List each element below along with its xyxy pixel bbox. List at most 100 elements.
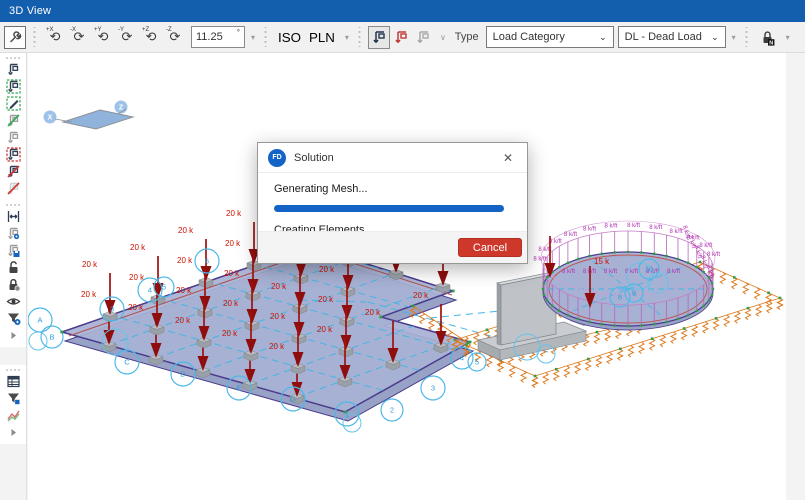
- sidebar-filter-cube-icon[interactable]: [0, 390, 26, 407]
- svg-text:8 k/ft: 8 k/ft: [627, 223, 640, 229]
- svg-text:20 k: 20 k: [365, 308, 381, 317]
- rotate-plusminus-y-button[interactable]: +Y⟲: [91, 26, 115, 49]
- dialog-title: Solution: [294, 152, 334, 164]
- svg-text:20 k: 20 k: [225, 239, 241, 248]
- view-dropdown-icon[interactable]: ▾: [343, 33, 351, 42]
- svg-text:20 k: 20 k: [177, 256, 193, 265]
- left-toolbar: [0, 53, 27, 500]
- svg-text:8 k/ft: 8 k/ft: [583, 227, 596, 233]
- sidebar-dimension-icon[interactable]: [0, 208, 26, 225]
- degree-symbol: °: [237, 28, 240, 37]
- svg-text:8 k/ft: 8 k/ft: [667, 269, 680, 275]
- status-primary: Generating Mesh...: [274, 183, 511, 195]
- sidebar-point-load-box-red-icon[interactable]: [0, 146, 26, 163]
- app-logo: FD: [268, 149, 286, 167]
- wrench-icon: [8, 30, 22, 44]
- svg-text:8 k/ft: 8 k/ft: [564, 232, 577, 238]
- view-pln-button[interactable]: PLN: [305, 26, 339, 49]
- svg-text:20 k: 20 k: [178, 226, 194, 235]
- solution-dialog: FD Solution ✕ Generating Mesh... Creatin…: [257, 142, 528, 264]
- model-viewport[interactable]: 8 k/ft 8 k/ft 8 k/ft 8 k/ft 8 k/ft 8 k/ft 8 k/…: [28, 53, 786, 500]
- axis-widget: XZ: [44, 101, 134, 130]
- dialog-body: Generating Mesh... Creating Elements...: [258, 173, 527, 236]
- svg-text:20 k: 20 k: [318, 295, 334, 304]
- chevron-down-icon: ⌄: [599, 32, 607, 43]
- rotation-angle-value: 11.25: [196, 31, 223, 43]
- sidebar-expand-arrow-icon[interactable]: [0, 424, 26, 441]
- rotate-minus-x-button[interactable]: -X⟳: [67, 26, 91, 49]
- svg-text:4: 4: [148, 286, 152, 295]
- svg-text:X: X: [48, 115, 53, 122]
- svg-text:20 k: 20 k: [413, 291, 429, 300]
- angle-dropdown-icon[interactable]: ▾: [249, 33, 257, 42]
- svg-text:5: 5: [162, 283, 166, 292]
- svg-text:20 k: 20 k: [226, 209, 242, 218]
- sidebar-unlock-icon[interactable]: [0, 259, 26, 276]
- load-category-select[interactable]: Load Category ⌄: [486, 26, 614, 48]
- svg-text:8 k/ft: 8 k/ft: [699, 243, 712, 249]
- svg-text:G: G: [290, 395, 296, 404]
- lock-dropdown-icon[interactable]: ▾: [784, 33, 792, 42]
- load-case-dropdown-icon[interactable]: ▾: [730, 33, 738, 42]
- rotate-minus-y-button[interactable]: -Y⟳: [115, 26, 139, 49]
- rotate-button-group: +X⟲-X⟳+Y⟲-Y⟳+Z⟲-Z⟳: [43, 26, 187, 49]
- close-icon[interactable]: ✕: [499, 150, 517, 166]
- sidebar-point-load-box-green-icon[interactable]: [0, 78, 26, 95]
- window-title: 3D View: [9, 5, 51, 17]
- sidebar-draw-load-green-icon[interactable]: [0, 95, 26, 112]
- rotate-minus-z-button[interactable]: -Z⟳: [163, 26, 187, 49]
- svg-text:8 k/ft: 8 k/ft: [649, 225, 662, 231]
- sidebar-assign-load-green-slash-icon[interactable]: [0, 112, 26, 129]
- sidebar-expand-arrow-icon[interactable]: [0, 327, 26, 344]
- svg-text:3: 3: [431, 384, 435, 393]
- cancel-button[interactable]: Cancel: [458, 238, 522, 257]
- sidebar-point-load-gray-icon[interactable]: [0, 129, 26, 146]
- svg-text:20 k: 20 k: [222, 329, 238, 338]
- rotate-plusminus-x-button[interactable]: +X⟲: [43, 26, 67, 49]
- sidebar-red-slash-icon[interactable]: [0, 180, 26, 197]
- toolbar-separator: [744, 27, 749, 47]
- sidebar-load-settings-gear-icon[interactable]: [0, 225, 26, 242]
- svg-text:20 k: 20 k: [319, 265, 335, 274]
- sidebar-load-save-icon[interactable]: [0, 242, 26, 259]
- show-loads-selected[interactable]: [368, 26, 390, 49]
- model-scene: 8 k/ft 8 k/ft 8 k/ft 8 k/ft 8 k/ft 8 k/ft 8 k/…: [28, 53, 786, 500]
- progress-track: [274, 205, 511, 212]
- sidebar-delete-load-red-icon[interactable]: [0, 163, 26, 180]
- svg-text:D: D: [180, 370, 186, 379]
- slab: [62, 246, 473, 421]
- dialog-footer: Cancel: [258, 231, 527, 263]
- sidebar-table-icon[interactable]: [0, 373, 26, 390]
- load-case-value: DL - Dead Load: [625, 31, 702, 43]
- select-tool-button[interactable]: [4, 26, 26, 49]
- sidebar-eye-icon[interactable]: [0, 293, 26, 310]
- svg-text:8 k/ft: 8 k/ft: [604, 269, 617, 275]
- rotate-plusminus-z-button[interactable]: +Z⟲: [139, 26, 163, 49]
- chevron-down-icon: ⌄: [711, 32, 719, 43]
- svg-text:20 k: 20 k: [269, 342, 285, 351]
- svg-text:2: 2: [390, 406, 394, 415]
- svg-text:20 k: 20 k: [270, 312, 286, 321]
- dialog-header[interactable]: FD Solution ✕: [258, 143, 527, 173]
- sidebar-point-load-dark-icon[interactable]: [0, 61, 26, 78]
- svg-text:20 k: 20 k: [128, 303, 144, 312]
- sidebar-chart-icon[interactable]: [0, 407, 26, 424]
- show-loads-disabled[interactable]: [412, 26, 434, 49]
- svg-text:B: B: [49, 333, 54, 342]
- svg-text:8 k/ft: 8 k/ft: [562, 269, 575, 275]
- progress-bar: [274, 205, 504, 212]
- svg-text:10: 10: [645, 265, 653, 274]
- svg-text:9: 9: [632, 289, 636, 298]
- svg-text:8 k/ft: 8 k/ft: [670, 229, 683, 235]
- sidebar-group-3: [0, 365, 26, 444]
- load-toggle-dropdown-icon[interactable]: ∨: [438, 33, 448, 42]
- rotation-angle-input[interactable]: 11.25 °: [191, 26, 245, 48]
- load-case-select[interactable]: DL - Dead Load ⌄: [618, 26, 726, 48]
- lock-button[interactable]: N: [755, 26, 780, 49]
- show-loads-red[interactable]: [390, 26, 412, 49]
- sidebar-lock-badge-icon[interactable]: [0, 276, 26, 293]
- svg-text:20 k: 20 k: [82, 260, 98, 269]
- lock-badge-letter: N: [769, 40, 773, 46]
- sidebar-filter-badge-icon[interactable]: [0, 310, 26, 327]
- view-iso-button[interactable]: ISO: [274, 26, 305, 49]
